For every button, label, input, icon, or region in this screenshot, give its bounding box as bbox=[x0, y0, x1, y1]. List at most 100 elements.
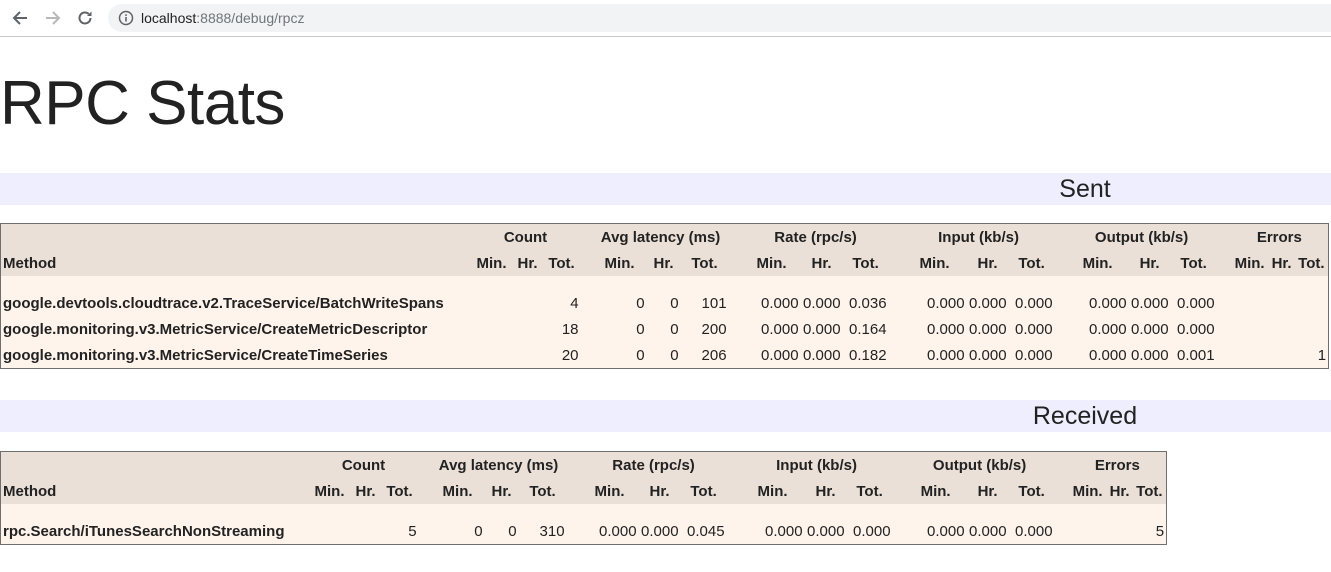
output-hr: 0.000 bbox=[1131, 294, 1169, 312]
header-hr: Hr. bbox=[966, 250, 1009, 276]
errors-min bbox=[1231, 316, 1269, 342]
method-name: google.devtools.cloudtrace.v2.TraceServi… bbox=[3, 294, 444, 312]
address-bar[interactable]: localhost:8888/debug/rpcz bbox=[108, 4, 1331, 32]
latency-min: 0 bbox=[636, 346, 645, 364]
errors-tot bbox=[1295, 290, 1329, 316]
input-min: 0.000 bbox=[927, 294, 965, 312]
latency-tot: 310 bbox=[539, 522, 565, 540]
input-tot: 0.000 bbox=[853, 522, 891, 540]
header-min: Min. bbox=[430, 478, 485, 504]
header-min: Min. bbox=[308, 478, 351, 504]
rate-min: 0.000 bbox=[599, 522, 637, 540]
output-min: 0.000 bbox=[927, 522, 965, 540]
header-hr: Hr. bbox=[804, 478, 847, 504]
output-min: 0.000 bbox=[1089, 294, 1127, 312]
rate-min: 0.000 bbox=[761, 294, 799, 312]
latency-hr: 0 bbox=[670, 320, 679, 338]
errors-hr bbox=[1107, 518, 1133, 545]
input-hr: 0.000 bbox=[969, 346, 1007, 364]
rate-hr: 0.000 bbox=[641, 522, 679, 540]
url-host: localhost bbox=[141, 10, 197, 26]
page-title: RPC Stats bbox=[0, 69, 285, 138]
latency-hr: 0 bbox=[508, 522, 517, 540]
count-min bbox=[471, 316, 513, 342]
count-min bbox=[309, 518, 351, 545]
rate-tot: 0.164 bbox=[849, 320, 887, 338]
count-tot: 20 bbox=[561, 346, 579, 364]
errors-min bbox=[1069, 518, 1107, 545]
input-tot: 0.000 bbox=[1015, 294, 1053, 312]
arrow-right-icon bbox=[46, 11, 61, 25]
header-output: Output (kb/s) bbox=[904, 451, 1055, 478]
header-tot: Tot. bbox=[846, 478, 893, 504]
section-title: Received bbox=[1032, 402, 1138, 430]
header-hr: Hr. bbox=[1128, 250, 1171, 276]
method-name: google.monitoring.v3.MetricService/Creat… bbox=[3, 346, 388, 364]
header-min: Min. bbox=[1066, 250, 1129, 276]
latency-tot: 200 bbox=[701, 320, 727, 338]
header-tot: Tot. bbox=[680, 250, 729, 276]
header-min: Min. bbox=[902, 250, 967, 276]
forward-button[interactable] bbox=[42, 7, 64, 29]
header-tot: Tot. bbox=[1170, 250, 1217, 276]
output-hr: 0.000 bbox=[1131, 346, 1169, 364]
header-blank bbox=[0, 223, 471, 250]
errors-hr bbox=[1269, 342, 1295, 369]
reload-button[interactable] bbox=[74, 7, 96, 29]
header-min: Min. bbox=[904, 478, 967, 504]
header-input: Input (kb/s) bbox=[902, 223, 1055, 250]
column-group-row: Count Avg latency (ms) Rate (rpc/s) Inpu… bbox=[0, 451, 1167, 478]
column-subheader-row: Method Min. Hr. Tot. Min. Hr. Tot. Min. … bbox=[0, 250, 1329, 276]
reload-icon bbox=[78, 11, 92, 25]
errors-hr bbox=[1269, 316, 1295, 342]
input-min: 0.000 bbox=[927, 346, 965, 364]
input-min: 0.000 bbox=[927, 320, 965, 338]
column-group-row: Count Avg latency (ms) Rate (rpc/s) Inpu… bbox=[0, 223, 1329, 250]
header-hr: Hr. bbox=[1106, 478, 1133, 504]
header-tot: Tot. bbox=[1008, 250, 1055, 276]
header-hr: Hr. bbox=[1268, 250, 1295, 276]
header-tot: Tot. bbox=[1294, 250, 1329, 276]
input-tot: 0.000 bbox=[1015, 346, 1053, 364]
errors-min bbox=[1231, 290, 1269, 316]
browser-toolbar: localhost:8888/debug/rpcz bbox=[0, 0, 1331, 37]
rate-min: 0.000 bbox=[761, 346, 799, 364]
header-tot: Tot. bbox=[1008, 478, 1055, 504]
rate-hr: 0.000 bbox=[803, 320, 841, 338]
table-row: rpc.Search/iTunesSearchNonStreaming 5 0 … bbox=[1, 518, 1167, 545]
header-rate: Rate (rpc/s) bbox=[742, 223, 889, 250]
header-avg-latency: Avg latency (ms) bbox=[592, 223, 729, 250]
column-subheader-row: Method Min. Hr. Tot. Min. Hr. Tot. Min. … bbox=[0, 478, 1167, 504]
rate-tot: 0.036 bbox=[849, 294, 887, 312]
header-min: Min. bbox=[740, 478, 805, 504]
arrow-left-icon bbox=[12, 11, 27, 25]
url-text[interactable]: localhost:8888/debug/rpcz bbox=[141, 10, 304, 26]
latency-min: 0 bbox=[636, 320, 645, 338]
header-hr: Hr. bbox=[800, 250, 843, 276]
errors-tot bbox=[1295, 316, 1329, 342]
header-hr: Hr. bbox=[350, 478, 381, 504]
input-hr: 0.000 bbox=[807, 522, 845, 540]
latency-tot: 206 bbox=[701, 346, 727, 364]
count-tot: 18 bbox=[561, 320, 579, 338]
rate-min: 0.000 bbox=[761, 320, 799, 338]
header-hr: Hr. bbox=[512, 250, 543, 276]
errors-min bbox=[1231, 342, 1269, 369]
header-output: Output (kb/s) bbox=[1066, 223, 1217, 250]
count-hr bbox=[513, 290, 543, 316]
output-min: 0.000 bbox=[1089, 346, 1127, 364]
header-rate: Rate (rpc/s) bbox=[580, 451, 727, 478]
table-row: google.monitoring.v3.MetricService/Creat… bbox=[1, 342, 1329, 369]
count-hr bbox=[351, 518, 381, 545]
output-tot: 0.000 bbox=[1177, 294, 1215, 312]
url-path: :8888/debug/rpcz bbox=[196, 10, 305, 26]
header-tot: Tot. bbox=[518, 478, 567, 504]
info-icon[interactable] bbox=[118, 10, 134, 26]
back-button[interactable] bbox=[9, 7, 31, 29]
header-tot: Tot. bbox=[842, 250, 889, 276]
header-tot: Tot. bbox=[680, 478, 727, 504]
rate-tot: 0.182 bbox=[849, 346, 887, 364]
output-tot: 0.000 bbox=[1177, 320, 1215, 338]
count-tot: 4 bbox=[570, 294, 579, 312]
header-tot: Tot. bbox=[1132, 478, 1167, 504]
